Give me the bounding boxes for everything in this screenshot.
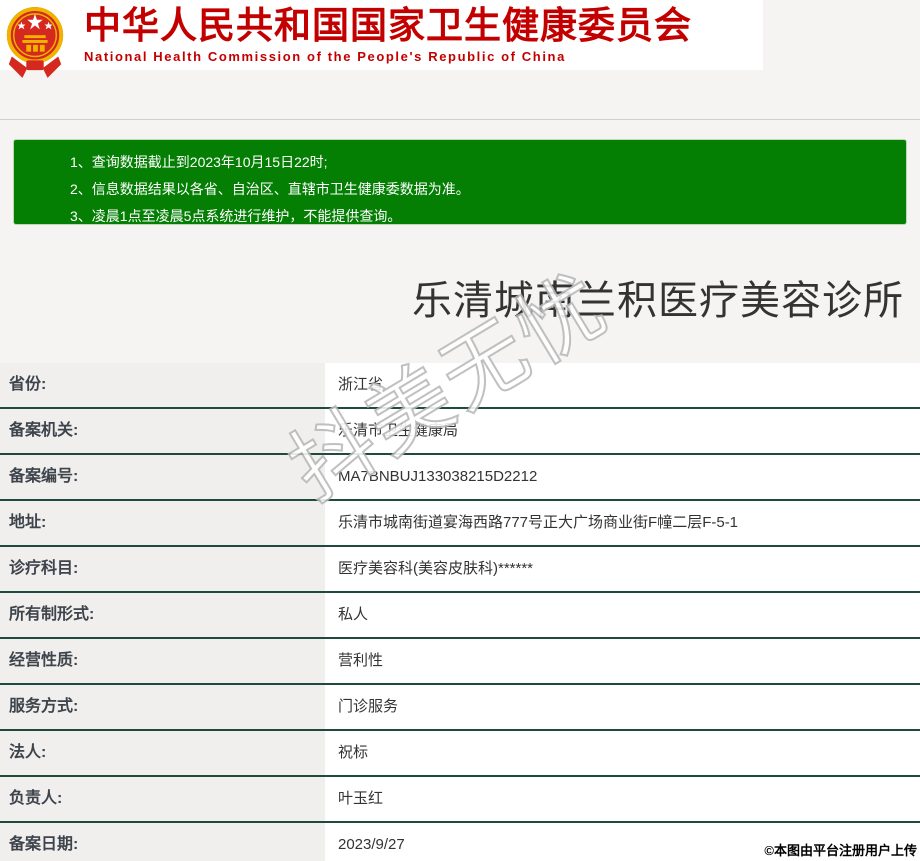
row-label: 法人:: [0, 731, 325, 775]
table-row: 诊疗科目:医疗美容科(美容皮肤科)******: [0, 547, 920, 593]
header-divider: [0, 119, 920, 120]
site-header: 中华人民共和国国家卫生健康委员会 National Health Commiss…: [0, 0, 763, 70]
row-label: 负责人:: [0, 777, 325, 821]
page-title: 乐清城南兰积医疗美容诊所: [0, 268, 904, 326]
row-label: 省份:: [0, 363, 325, 407]
table-row: 备案机关:乐清市卫生健康局: [0, 409, 920, 455]
row-value: 乐清市城南街道宴海西路777号正大广场商业街F幢二层F-5-1: [325, 501, 920, 545]
notice-line-3: 3、凌晨1点至凌晨5点系统进行维护，不能提供查询。: [70, 203, 896, 230]
row-value: 叶玉红: [325, 777, 920, 821]
row-value: 门诊服务: [325, 685, 920, 729]
row-value: 私人: [325, 593, 920, 637]
table-row: 经营性质:营利性: [0, 639, 920, 685]
notice-box: 1、查询数据截止到2023年10月15日22时; 2、信息数据结果以各省、自治区…: [13, 139, 907, 225]
table-row: 服务方式:门诊服务: [0, 685, 920, 731]
row-label: 备案机关:: [0, 409, 325, 453]
header-titles: 中华人民共和国国家卫生健康委员会 National Health Commiss…: [84, 5, 744, 64]
row-value: 浙江省: [325, 363, 920, 407]
row-label: 经营性质:: [0, 639, 325, 683]
header-title-en: National Health Commission of the People…: [84, 49, 744, 64]
row-label: 备案编号:: [0, 455, 325, 499]
notice-line-1: 1、查询数据截止到2023年10月15日22时;: [70, 149, 896, 176]
table-row: 法人:祝标: [0, 731, 920, 777]
table-row: 省份:浙江省: [0, 363, 920, 409]
table-row: 备案编号:MA7BNBUJ133038215D2212: [0, 455, 920, 501]
row-label: 所有制形式:: [0, 593, 325, 637]
record-table: 省份:浙江省备案机关:乐清市卫生健康局备案编号:MA7BNBUJ13303821…: [0, 363, 920, 861]
row-label: 备案日期:: [0, 823, 325, 861]
row-label: 地址:: [0, 501, 325, 545]
row-value: 祝标: [325, 731, 920, 775]
row-label: 服务方式:: [0, 685, 325, 729]
notice-line-2: 2、信息数据结果以各省、自治区、直辖市卫生健康委数据为准。: [70, 176, 896, 203]
china-national-emblem-icon: [4, 2, 66, 80]
row-value: 医疗美容科(美容皮肤科)******: [325, 547, 920, 591]
row-value: MA7BNBUJ133038215D2212: [325, 455, 920, 499]
table-row: 所有制形式:私人: [0, 593, 920, 639]
table-row: 负责人:叶玉红: [0, 777, 920, 823]
row-value: 乐清市卫生健康局: [325, 409, 920, 453]
row-label: 诊疗科目:: [0, 547, 325, 591]
table-row: 地址:乐清市城南街道宴海西路777号正大广场商业街F幢二层F-5-1: [0, 501, 920, 547]
upload-attribution-badge: ©本图由平台注册用户上传: [764, 840, 917, 859]
header-title-cn: 中华人民共和国国家卫生健康委员会: [84, 5, 744, 47]
row-value: 营利性: [325, 639, 920, 683]
